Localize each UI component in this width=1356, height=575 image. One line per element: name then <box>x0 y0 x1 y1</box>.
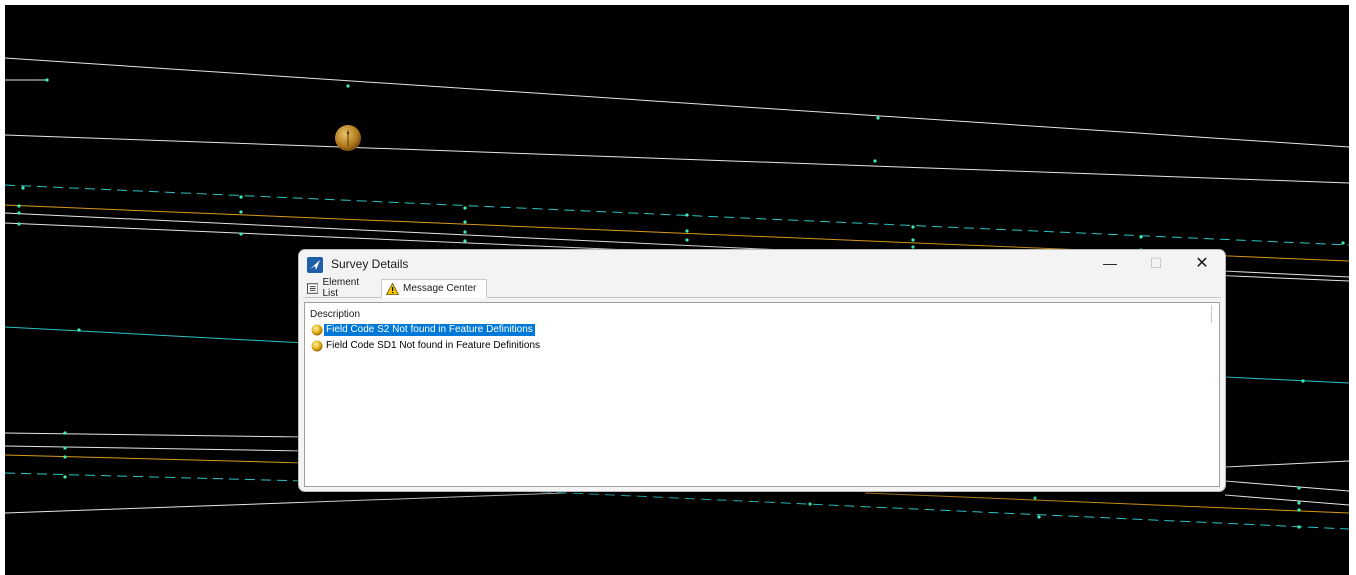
tab-element-list-label: Element List <box>322 277 360 299</box>
list-item[interactable]: Field Code S2 Not found in Feature Defin… <box>311 324 535 336</box>
warning-icon <box>386 282 399 295</box>
message-text: Field Code SD1 Not found in Feature Defi… <box>326 340 541 351</box>
snap-cursor-icon <box>335 125 361 151</box>
column-divider[interactable] <box>1211 305 1212 323</box>
message-list[interactable]: Description Field Code S2 Not found in F… <box>304 302 1220 487</box>
tab-strip: Element List Message Center <box>303 277 1221 299</box>
close-button[interactable]: ✕ <box>1179 250 1225 279</box>
bulb-icon <box>311 340 323 352</box>
tab-message-center[interactable]: Message Center <box>381 279 487 298</box>
list-item[interactable]: Field Code SD1 Not found in Feature Defi… <box>311 340 542 352</box>
description-column-header[interactable]: Description <box>310 309 360 320</box>
window-title: Survey Details <box>331 257 409 271</box>
message-text: Field Code S2 Not found in Feature Defin… <box>324 324 535 336</box>
title-bar[interactable]: Survey Details — ☐ ✕ <box>299 250 1225 279</box>
list-icon <box>307 282 319 294</box>
minimize-button[interactable]: — <box>1087 250 1133 279</box>
tab-element-list[interactable]: Element List <box>303 277 379 299</box>
survey-details-dialog: Survey Details — ☐ ✕ Element List Messag… <box>298 249 1226 492</box>
tab-message-center-label: Message Center <box>403 283 477 294</box>
survey-app-icon <box>307 257 323 273</box>
bulb-icon <box>311 324 323 336</box>
maximize-button[interactable]: ☐ <box>1133 250 1179 279</box>
